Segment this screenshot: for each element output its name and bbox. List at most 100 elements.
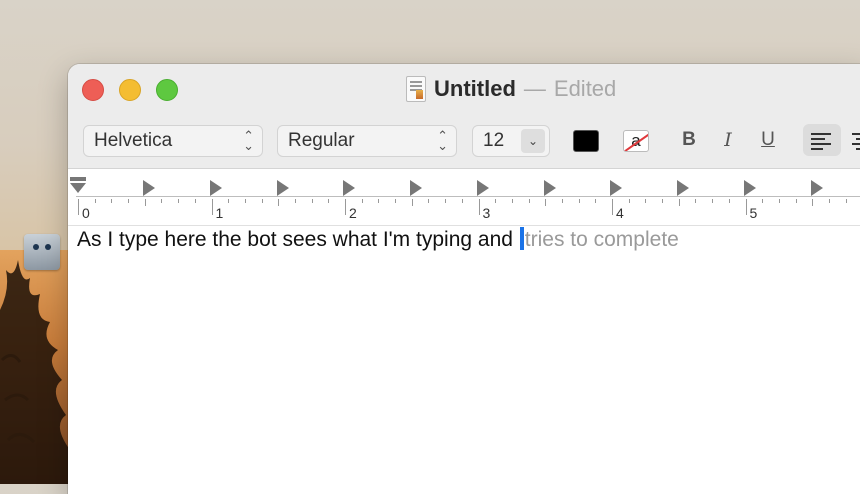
ruler-number: 4 <box>616 205 624 221</box>
ruler-tick <box>478 199 480 215</box>
ruler-baseline <box>76 196 860 197</box>
robot-eye-icon <box>33 244 39 250</box>
align-center-button[interactable] <box>848 124 860 156</box>
ruler-tick <box>528 199 530 203</box>
minimize-button[interactable] <box>119 79 141 101</box>
document-icon[interactable] <box>406 76 426 102</box>
tab-stop-marker[interactable] <box>543 180 556 196</box>
ruler-number: 2 <box>349 205 357 221</box>
font-size-combobox[interactable]: 12 ⌄ <box>472 125 550 157</box>
edited-status: Edited <box>553 76 617 101</box>
font-family-popup[interactable]: Helvetica ⌃ ⌄ <box>83 125 263 157</box>
ruler-tick <box>728 199 730 203</box>
close-button[interactable] <box>82 79 104 101</box>
ruler-tick <box>678 199 680 206</box>
ruler-tick <box>311 199 313 203</box>
window-title-group: Untitled — Edited <box>406 74 616 104</box>
ruler-tick <box>161 199 163 203</box>
ruler-tick <box>378 199 380 203</box>
font-style-value: Regular <box>288 130 355 151</box>
ruler-tick <box>745 199 747 215</box>
text-color-well[interactable] <box>573 130 599 152</box>
ruler-tick <box>578 199 580 203</box>
tab-stop-marker[interactable] <box>743 180 756 196</box>
tab-stop-marker[interactable] <box>410 180 422 196</box>
ruler-tick <box>111 199 113 203</box>
ruler-tick <box>178 199 180 203</box>
document-area[interactable]: As I type here the bot sees what I'm typ… <box>68 226 860 494</box>
ruler-tick <box>261 199 263 203</box>
text-caret <box>519 227 524 250</box>
ruler-tick <box>545 199 547 206</box>
ruler-tick <box>762 199 764 203</box>
ruler-tick <box>78 199 79 215</box>
tab-stop-marker[interactable] <box>209 180 222 196</box>
ruler-tick <box>228 199 230 203</box>
underline-button[interactable]: U <box>754 126 782 154</box>
tab-stop-marker[interactable] <box>143 180 155 196</box>
ruler-tick <box>211 199 213 215</box>
tab-stop-marker[interactable] <box>810 180 823 196</box>
document-text-line[interactable]: As I type here the bot sees what I'm typ… <box>77 226 679 254</box>
ruler-tick <box>94 199 96 203</box>
ruler-tick <box>278 199 280 206</box>
ruler-tick <box>511 199 513 203</box>
ruler-number: 1 <box>215 205 224 221</box>
align-left-button[interactable] <box>803 124 841 156</box>
ruler-tick <box>395 199 397 203</box>
ruler-tick <box>695 199 697 203</box>
bold-button[interactable]: B <box>675 126 703 154</box>
ruler-tick <box>662 199 664 203</box>
typed-text: As I type here the bot sees what I'm typ… <box>77 228 519 251</box>
ruler[interactable]: 0 1 2 3 4 5 <box>68 169 860 226</box>
window-title[interactable]: Untitled <box>434 76 516 102</box>
ruler-tick <box>612 199 613 215</box>
ruler-tick <box>645 199 647 203</box>
ruler-tick <box>712 199 714 203</box>
ruler-number: 5 <box>749 205 758 221</box>
tab-stop-marker[interactable] <box>610 180 623 196</box>
ruler-tick <box>628 199 630 203</box>
ruler-tick <box>144 199 146 206</box>
italic-button[interactable]: I <box>714 126 742 154</box>
ruler-tick <box>595 199 597 203</box>
ruler-tick <box>294 199 296 203</box>
zoom-button[interactable] <box>156 79 178 101</box>
textedit-window: Untitled — Edited Helvetica ⌃ ⌄ Regular ⌃… <box>68 64 860 494</box>
ruler-tick <box>828 199 830 203</box>
ruler-number: 3 <box>482 205 491 221</box>
ruler-tick <box>361 199 363 203</box>
ruler-tick <box>778 199 780 203</box>
ruler-tick <box>428 199 430 203</box>
ruler-tick <box>495 199 497 203</box>
background-color-well[interactable]: a <box>623 130 649 152</box>
title-separator: — <box>523 76 546 101</box>
ruler-tick <box>411 199 413 206</box>
tab-stop-marker[interactable] <box>343 180 356 196</box>
titlebar: Untitled — Edited Helvetica ⌃ ⌄ Regular ⌃… <box>68 64 860 169</box>
indent-marker[interactable] <box>70 177 86 195</box>
font-style-popup[interactable]: Regular ⌃ ⌄ <box>277 125 457 157</box>
chevron-down-icon[interactable]: ⌄ <box>521 129 545 153</box>
ruler-tick <box>328 199 330 203</box>
ruler-tick <box>194 199 196 203</box>
autocomplete-suggestion: tries to complete <box>524 228 679 251</box>
ruler-number: 0 <box>82 205 90 221</box>
ruler-tick <box>244 199 246 203</box>
format-toolbar: Helvetica ⌃ ⌄ Regular ⌃ ⌄ 12 ⌄ a B I U <box>68 124 860 160</box>
ruler-tick <box>345 199 346 215</box>
ruler-tick <box>795 199 797 203</box>
chevron-updown-icon: ⌃ ⌄ <box>243 128 254 153</box>
ruler-tick <box>461 199 463 203</box>
ruler-tick <box>445 199 447 203</box>
tree-silhouette <box>0 260 70 484</box>
ruler-tick <box>128 199 130 203</box>
ruler-tick <box>845 199 847 203</box>
ruler-tick <box>561 199 563 203</box>
desktop-app-icon[interactable] <box>24 234 60 270</box>
tab-stop-marker[interactable] <box>476 180 489 196</box>
font-family-value: Helvetica <box>94 130 173 151</box>
tab-stop-marker[interactable] <box>677 180 689 196</box>
font-size-value: 12 <box>483 130 505 151</box>
tab-stop-marker[interactable] <box>276 180 289 196</box>
